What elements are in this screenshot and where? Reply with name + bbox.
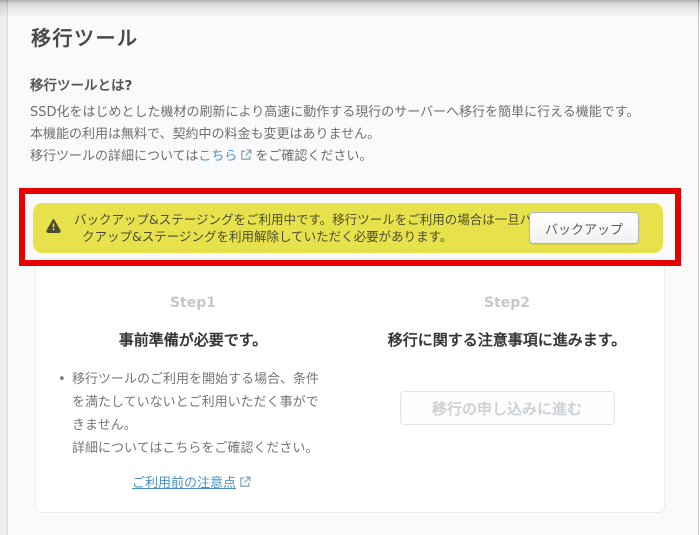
step1-bullet-text: 移行ツールのご利用を開始する場合、条件を満たしていないとご利用いただく事ができま…: [72, 368, 326, 460]
intro-line-3-suffix: をご確認ください。: [255, 149, 372, 164]
top-shadow: [0, 0, 700, 18]
bullet-dot: •: [58, 368, 72, 460]
intro-line-3-prefix: 移行ツールの詳細については: [30, 149, 198, 164]
backup-staging-alert: バックアップ&ステージングをご利用中です。移行ツールをご利用の場合は一旦バッ ク…: [33, 203, 663, 253]
alert-message-line-2: クアップ&ステージングを利用解除していただく必要があります。: [82, 228, 549, 245]
left-edge-strip: [0, 0, 8, 535]
external-link-icon: [240, 147, 252, 169]
external-link-icon: [239, 476, 251, 492]
warning-icon: [46, 218, 61, 233]
alert-message: バックアップ&ステージングをご利用中です。移行ツールをご利用の場合は一旦バッ ク…: [74, 211, 549, 245]
step1-bullet-line-1: 移行ツールのご利用を開始する場合、条件を満たしていないとご利用いただく事ができま…: [72, 368, 326, 437]
intro-line-1: SSD化をはじめとした機材の刷新により高速に動作する現行のサーバーへ移行を簡単に…: [30, 102, 670, 124]
step1-bullet-item: • 移行ツールのご利用を開始する場合、条件を満たしていないとご利用いただく事がで…: [58, 368, 326, 460]
step2-column: Step2 移行に関する注意事項に進みます。 移行の申し込みに進む: [350, 259, 664, 512]
section-heading: 移行ツールとは?: [30, 74, 132, 94]
step2-heading: 移行に関する注意事項に進みます。: [350, 329, 664, 350]
step1-bullet-line-2: 詳細についてはこちらをご確認ください。: [72, 437, 326, 460]
intro-line-2: 本機能の利用は無料で、契約中の料金も変更はありません。: [30, 124, 670, 146]
step1-label: Step1: [36, 295, 350, 311]
intro-text: SSD化をはじめとした機材の刷新により高速に動作する現行のサーバーへ移行を簡単に…: [30, 102, 670, 169]
intro-line-3: 移行ツールの詳細についてはこちら をご確認ください。: [30, 146, 670, 169]
precautions-link-row: ご利用前の注意点: [36, 472, 350, 492]
steps-panel: Step1 事前準備が必要です。 • 移行ツールのご利用を開始する場合、条件を満…: [35, 258, 665, 513]
details-link[interactable]: こちら: [198, 149, 237, 164]
precautions-link[interactable]: ご利用前の注意点: [132, 476, 236, 491]
backup-button[interactable]: バックアップ: [529, 212, 639, 244]
alert-message-line-1: バックアップ&ステージングをご利用中です。移行ツールをご利用の場合は一旦バッ: [74, 211, 549, 228]
page-title: 移行ツール: [31, 22, 139, 51]
step2-label: Step2: [350, 295, 664, 311]
right-edge-border: [698, 0, 699, 535]
proceed-application-button[interactable]: 移行の申し込みに進む: [400, 391, 615, 425]
step1-column: Step1 事前準備が必要です。 • 移行ツールのご利用を開始する場合、条件を満…: [36, 259, 350, 512]
step1-heading: 事前準備が必要です。: [36, 329, 350, 350]
